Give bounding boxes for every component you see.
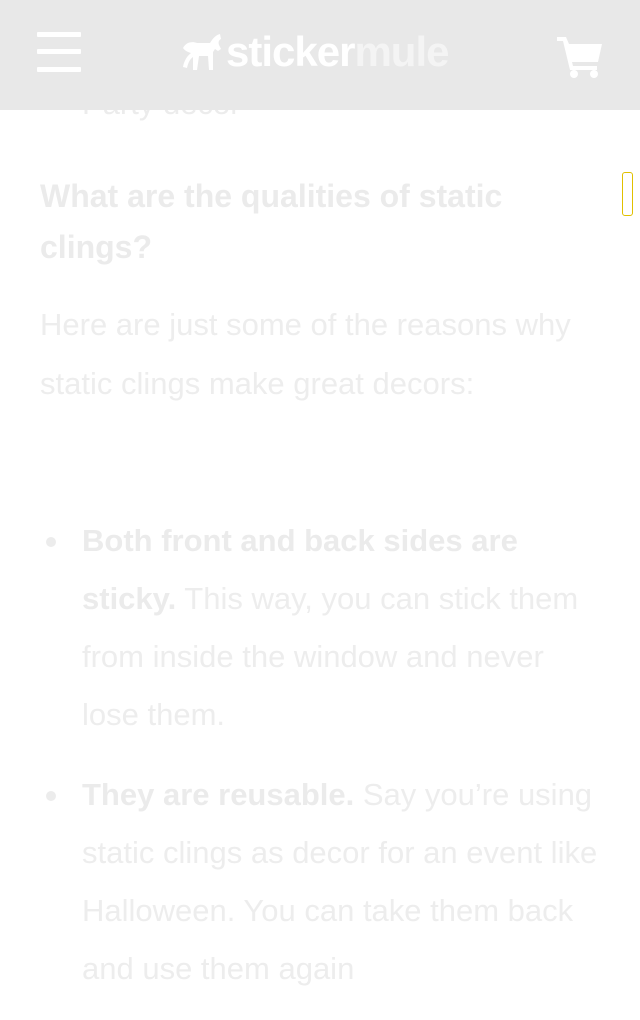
- menu-line: [37, 67, 81, 72]
- logo-text-sticker: sticker: [226, 28, 355, 75]
- menu-line: [37, 32, 81, 37]
- qualities-list: Both front and back sides are sticky. Th…: [0, 512, 602, 1020]
- horse-logo-icon: [183, 34, 221, 70]
- section-heading: What are the qualities of static clings?: [40, 178, 503, 265]
- hamburger-menu-icon[interactable]: [37, 32, 81, 72]
- top-nav-bar: sticker mule: [0, 0, 640, 110]
- article-content: Party decor What are the qualities of st…: [0, 0, 640, 986]
- intro-paragraph: Here are just some of the reasons why st…: [40, 307, 571, 401]
- list-item: Both front and back sides are sticky. Th…: [0, 512, 602, 744]
- stickermule-logo[interactable]: sticker mule: [180, 28, 449, 75]
- list-item: They are reusable. Say you’re using stat…: [0, 766, 602, 998]
- list-item-bold: They are reusable.: [82, 777, 355, 812]
- logo-text-mule: mule: [354, 28, 449, 75]
- menu-line: [37, 49, 81, 54]
- shopping-cart-icon[interactable]: [557, 34, 603, 78]
- scroll-indicator[interactable]: [622, 172, 633, 216]
